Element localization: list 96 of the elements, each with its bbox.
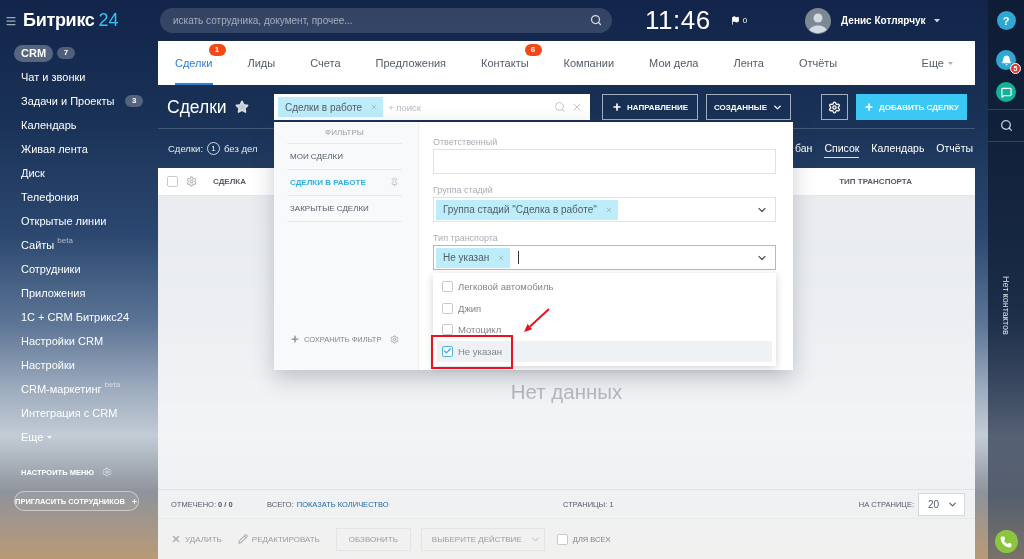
tab[interactable]: Сделки 1 xyxy=(158,41,231,85)
close-icon[interactable] xyxy=(604,205,613,214)
sidebar-item[interactable]: 1С + CRM Битрикс24 xyxy=(14,308,137,326)
view-tab[interactable]: Список xyxy=(824,139,860,158)
view-tab[interactable]: Календарь xyxy=(871,139,925,158)
column-header[interactable]: ТИП ТРАНСПОРТА xyxy=(839,177,912,186)
dropdown-option[interactable]: Легковой автомобиль xyxy=(437,276,772,298)
sidebar-item[interactable]: Приложения xyxy=(14,284,93,302)
tab[interactable]: Лента xyxy=(716,41,782,85)
filter-tag[interactable]: Не указан xyxy=(436,247,511,268)
count-badge: 6 xyxy=(524,44,542,56)
brand-number: 24 xyxy=(98,10,119,31)
chat-icon[interactable] xyxy=(996,82,1016,102)
search-icon[interactable] xyxy=(999,119,1013,132)
search-icon[interactable] xyxy=(590,14,602,26)
filter-preset[interactable]: ЗАКРЫТЫЕ СДЕЛКИ xyxy=(287,196,402,222)
close-icon[interactable] xyxy=(370,103,379,111)
tab[interactable]: Лиды xyxy=(230,41,294,85)
add-button[interactable]: НАПРАВЛЕНИЕ xyxy=(602,94,698,120)
field-label: Группа стадий xyxy=(433,184,493,197)
settings-button[interactable] xyxy=(821,94,848,120)
view-tab[interactable]: Отчёты xyxy=(936,139,973,158)
tab[interactable]: Отчёты xyxy=(781,41,856,85)
sidebar-item[interactable]: Задачи и Проекты xyxy=(14,92,122,110)
empty-message: Нет данных xyxy=(510,380,623,404)
plus-icon xyxy=(864,102,875,112)
user-name[interactable]: Денис Котлярчук xyxy=(841,15,926,26)
clock: 11:46 xyxy=(645,5,711,36)
sidebar-item[interactable]: Телефония xyxy=(14,188,86,206)
sidebar-item[interactable]: Чат и звонки xyxy=(14,68,93,86)
close-icon[interactable] xyxy=(497,253,506,262)
sidebar-item[interactable]: Живая лента xyxy=(14,140,95,158)
dropdown-button[interactable]: СОЗДАННЫЕ xyxy=(706,94,791,120)
filter-tag[interactable]: Группа стадий "Сделка в работе" xyxy=(436,199,618,220)
select-all-checkbox[interactable] xyxy=(167,176,178,187)
dropdown-option[interactable]: Не указан xyxy=(437,340,772,362)
settings-icon[interactable] xyxy=(186,176,197,187)
bell-icon[interactable] xyxy=(996,50,1016,70)
count-badge: 3 xyxy=(125,95,144,107)
flag-count: 0 xyxy=(742,16,748,25)
input-field[interactable] xyxy=(433,149,776,174)
tab[interactable]: Компании xyxy=(546,41,633,85)
per-page-select[interactable]: 20 xyxy=(918,492,965,516)
pencil-icon xyxy=(237,534,248,544)
section-heading: ФИЛЬТРЫ xyxy=(325,128,364,137)
settings-icon xyxy=(828,100,841,114)
tab[interactable]: Мои дела xyxy=(632,41,717,85)
contacts-label: Нет контактов xyxy=(1001,276,1011,335)
count-badge: 7 xyxy=(57,47,76,59)
more-tab[interactable]: Еще xyxy=(921,41,953,85)
field-label: Тип транспорта xyxy=(433,232,498,245)
brand-name: Битрикс xyxy=(23,10,95,31)
tab[interactable]: Счета xyxy=(293,41,359,85)
sidebar-item[interactable]: CRM xyxy=(14,44,54,62)
column-header[interactable]: СДЕЛКА xyxy=(213,177,246,186)
caret-icon xyxy=(933,18,940,23)
checkbox[interactable] xyxy=(442,302,453,314)
summary-note: без дел xyxy=(224,143,258,154)
sidebar-item[interactable]: Сотрудники xyxy=(14,260,88,278)
caret-icon xyxy=(948,61,953,65)
sidebar-item[interactable]: Настройки CRM xyxy=(14,332,111,350)
filter-preset[interactable]: МОИ СДЕЛКИ xyxy=(287,144,402,170)
settings-icon[interactable] xyxy=(390,334,399,344)
sidebar-item[interactable]: Открытые линии xyxy=(14,212,114,230)
summary-label: Сделки: xyxy=(168,143,204,154)
checkbox[interactable] xyxy=(442,324,453,336)
field-label: Ответственный xyxy=(433,136,498,149)
select-field[interactable]: Группа стадий "Сделка в работе" xyxy=(433,197,776,222)
flag-icon[interactable] xyxy=(730,16,740,25)
filter-search-field[interactable]: Сделки в работе + поиск xyxy=(274,94,590,120)
checkbox[interactable] xyxy=(442,345,453,357)
text-cursor xyxy=(518,251,520,264)
count-badge: 1 xyxy=(208,44,226,56)
view-tab[interactable]: бан xyxy=(795,139,813,158)
page-title: Сделки xyxy=(167,96,227,118)
pin-icon[interactable] xyxy=(390,178,399,187)
plus-icon xyxy=(612,102,622,112)
sidebar-item[interactable]: Календарь xyxy=(14,116,84,134)
tab[interactable]: Предложения xyxy=(358,41,465,85)
dropdown-option[interactable]: Джип xyxy=(437,297,772,319)
caret-icon xyxy=(47,435,53,439)
cross-icon xyxy=(171,534,181,544)
star-icon[interactable] xyxy=(234,100,249,114)
menu-icon[interactable] xyxy=(5,14,17,27)
checkbox[interactable] xyxy=(442,281,453,293)
close-icon[interactable] xyxy=(571,101,583,113)
sidebar-item[interactable]: Диск xyxy=(14,164,52,182)
dropdown-option[interactable]: Мотоцикл xyxy=(437,319,772,341)
phone-icon[interactable] xyxy=(994,530,1018,553)
avatar-icon xyxy=(805,7,832,34)
tab[interactable]: Контакты 6 xyxy=(464,41,547,85)
sidebar-item[interactable]: Сайты $^{beta}$ xyxy=(14,236,80,254)
select-field[interactable]: Не указан xyxy=(433,245,776,270)
plus-icon xyxy=(290,334,300,344)
filter-tag[interactable]: Сделки в работе xyxy=(278,97,384,117)
plus-icon xyxy=(131,496,138,506)
